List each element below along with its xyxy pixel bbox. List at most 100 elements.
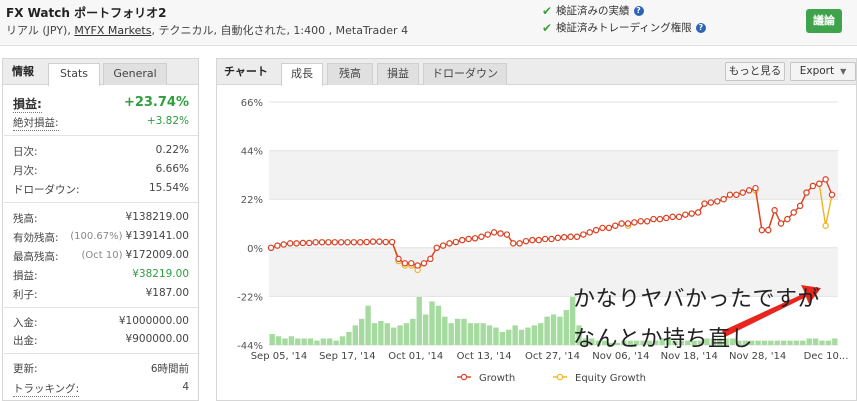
data-point — [478, 233, 485, 240]
data-point — [816, 180, 823, 187]
volume-bar — [506, 329, 512, 345]
data-point — [784, 215, 791, 223]
volume-bar — [442, 316, 448, 345]
stat-value-wrap: (Oct 10) ¥172009.00 — [82, 249, 189, 261]
stat-withdrawals: 出金: ¥900000.00 — [13, 333, 189, 349]
check-icon: ✔ — [542, 20, 553, 35]
stat-highest-date: (Oct 10) — [81, 250, 123, 261]
stat-value: ¥900000.00 — [125, 333, 189, 345]
data-point — [350, 239, 358, 246]
volume-bar — [493, 327, 499, 345]
volume-bar — [755, 340, 761, 345]
x-tick-label: Oct 27, '14 — [525, 351, 580, 362]
volume-bar — [787, 340, 793, 345]
export-dropdown[interactable]: Export ▼ — [790, 62, 856, 81]
volume-bar — [454, 318, 461, 345]
volume-bar — [339, 336, 346, 345]
volume-bar — [352, 325, 359, 345]
stat-value: ¥38219.00 — [132, 268, 189, 280]
export-label: Export — [799, 65, 835, 77]
volume-bar — [461, 318, 467, 345]
tab-growth[interactable]: 成長 — [281, 63, 323, 86]
data-point — [459, 236, 466, 244]
data-point — [650, 215, 657, 223]
discuss-button[interactable]: 議論 — [806, 9, 842, 33]
data-point — [312, 239, 319, 246]
help-icon[interactable]: ? — [633, 5, 644, 16]
stat-highest: 最高残高: (Oct 10) ¥172009.00 — [13, 249, 189, 265]
data-point — [765, 226, 772, 234]
stat-label: 最高残高: — [13, 251, 59, 263]
volume-bar — [486, 325, 493, 345]
data-point — [267, 244, 275, 251]
volume-bar — [384, 323, 390, 345]
volume-bar — [301, 338, 307, 345]
tab-info: 情報 — [12, 65, 34, 78]
data-point — [675, 213, 683, 221]
tab-profit[interactable]: 損益 — [377, 63, 419, 85]
data-point — [529, 236, 536, 244]
stat-value: ¥187.00 — [145, 287, 189, 299]
broker-link[interactable]: MYFX Markets — [74, 24, 151, 37]
stats-tabs: 情報 Stats General — [3, 59, 198, 86]
volume-bar — [448, 323, 454, 345]
stat-label: 月次: — [13, 165, 38, 177]
volume-bar — [499, 331, 506, 345]
data-point — [510, 240, 517, 247]
data-point — [663, 214, 670, 222]
data-point — [280, 241, 287, 248]
volume-bar — [825, 340, 832, 345]
tab-stats[interactable]: Stats — [48, 63, 100, 86]
show-more-button[interactable]: もっと見る — [725, 62, 785, 81]
tracking-link[interactable]: トラッキング: — [13, 381, 80, 397]
x-tick-label: Sep 05, '14 — [251, 351, 308, 362]
data-point — [707, 199, 715, 206]
data-point — [822, 176, 829, 183]
legend-label: Growth — [479, 373, 515, 384]
stat-value: +23.74% — [123, 95, 189, 110]
data-point — [790, 209, 797, 216]
stat-label: 絶対損益: — [13, 117, 59, 131]
stat-value: ¥1000000.00 — [118, 315, 189, 327]
volume-bar — [474, 323, 480, 345]
stat-value: 6時間前 — [150, 363, 189, 375]
volume-bar — [282, 338, 288, 345]
data-point — [758, 226, 766, 234]
volume-bar — [774, 340, 780, 345]
stat-value: ¥138219.00 — [125, 211, 189, 223]
data-point — [605, 224, 613, 232]
volume-bar — [288, 336, 295, 345]
volume-bar — [812, 338, 819, 345]
data-point — [293, 240, 300, 247]
data-point — [688, 210, 695, 217]
help-icon[interactable]: ? — [695, 22, 706, 33]
volume-bar — [429, 301, 435, 345]
stat-value: 4 — [182, 381, 189, 393]
data-point — [752, 184, 759, 192]
account-details: , テクニカル, 自動化された, 1:400 , MetaTrader 4 — [151, 24, 409, 37]
data-point — [548, 235, 555, 243]
data-point — [439, 242, 447, 249]
growth-chart: 66%44%22%0%-22%-44%Sep 05, '14 Sep 17, '1… — [237, 98, 848, 384]
data-point — [325, 239, 332, 246]
data-point — [363, 238, 370, 246]
tab-drawdown[interactable]: ドローダウン — [423, 63, 507, 85]
tab-balance[interactable]: 残高 — [327, 63, 373, 85]
volume-bar — [333, 340, 339, 345]
volume-bar — [275, 336, 282, 345]
data-point — [376, 238, 383, 245]
tab-general[interactable]: General — [103, 63, 167, 85]
stat-value: +3.82% — [146, 115, 189, 127]
data-point — [733, 191, 740, 198]
data-point — [516, 240, 523, 247]
stat-equity: 有効残高: (100.67%) ¥139141.00 — [13, 230, 189, 246]
data-point — [592, 226, 600, 234]
data-point — [357, 239, 364, 246]
data-point — [306, 239, 313, 247]
volume-bar — [327, 338, 333, 345]
stat-value: 15.54% — [148, 182, 189, 194]
volume-bar — [416, 297, 422, 345]
stat-deposits: 入金: ¥1000000.00 — [13, 315, 189, 331]
volume-bar — [480, 323, 486, 345]
volume-bar — [422, 314, 429, 345]
